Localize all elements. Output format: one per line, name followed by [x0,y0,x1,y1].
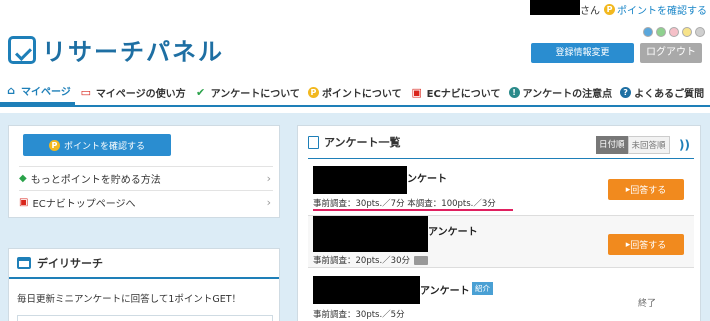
redacted-survey-title [313,276,420,304]
survey-item: ンケート 事前調査：30pts.／7分 本調査：100pts.／3分 ▸ 回答す… [308,166,694,216]
daily-research-header: デイリサーチ [9,249,279,279]
nav-item-points[interactable]: P ポイントについて [304,85,406,100]
redacted-survey-title [313,166,407,194]
nav-item-faq[interactable]: ? よくあるご質問 [616,85,708,100]
nav-label: マイページ [21,87,71,98]
site-logo[interactable]: リサーチパネル [8,32,224,67]
check-points-button-label: ポイントを確認する [63,141,145,152]
check-icon: ✔ [196,85,206,99]
survey-title: アンケート [420,286,470,297]
answer-button[interactable]: ▸ 回答する [608,179,684,200]
survey-item: アンケート 事前調査：20pts.／30分 ▸ 回答する [308,216,694,268]
nav-label: アンケートの注意点 [522,88,613,100]
survey-list-panel: アンケート一覧 日付順 未回答順 )) ンケート 事前調査：30pts.／7分 … [297,125,701,321]
survey-list-header: アンケート一覧 [308,134,401,150]
nav-label: よくあるご質問 [634,88,705,100]
survey-reward-text: 事前調査：20pts.／30分 [313,256,410,266]
redacted-username [530,0,580,15]
document-icon [308,135,319,149]
check-points-button[interactable]: P ポイントを確認する [23,134,171,156]
theme-dot-yellow[interactable] [682,27,692,37]
logout-button[interactable]: ログアウト [640,43,702,63]
nav-label: ECナビについて [426,88,501,100]
highlight-underline [313,209,513,211]
points-card: P ポイントを確認する ◆ もっとポイントを貯める方法 › ▣ ECナビトップペ… [8,125,280,218]
edit-registration-button[interactable]: 登録情報変更 [531,43,634,63]
sort-toggle: 日付順 未回答順 [596,136,670,154]
survey-title: ンケート [407,174,447,185]
coin-icon: P [48,139,60,151]
nav-item-howto[interactable]: ▭ マイページの使い方 [75,85,190,100]
survey-item: アンケート 紹介 事前調査：30pts.／5分 終了 [308,268,694,321]
link-more-points[interactable]: ◆ もっとポイントを貯める方法 › [19,166,273,190]
redacted-survey-title [313,216,428,252]
nav-item-cautions[interactable]: ! アンケートの注意点 [505,85,617,100]
referral-badge: 紹介 [472,282,493,295]
logo-mark-icon [8,35,36,64]
rss-icon[interactable]: )) [679,138,690,152]
username-suffix: さん [580,6,600,17]
survey-list-divider [308,158,694,159]
coin-icon: P [604,4,615,15]
check-points-label: ポイントを確認する [617,6,707,17]
gift-icon: ▣ [19,197,29,208]
nav-label: ポイントについて [321,88,402,100]
nav-label: アンケートについて [210,88,300,100]
chevron-right-icon: › [266,196,271,209]
theme-dot-blue[interactable] [643,27,653,37]
nav-item-surveys[interactable]: ✔ アンケートについて [190,85,304,100]
daily-research-title: デイリサーチ [37,257,103,270]
theme-color-selector [643,27,705,37]
link-label: もっとポイントを貯める方法 [30,175,161,186]
question-icon: ? [620,86,632,98]
sort-by-unanswered-button[interactable]: 未回答順 [627,136,670,154]
survey-status: 終了 [638,299,657,309]
logo-text: リサーチパネル [42,38,224,66]
coin-icon: P [307,86,319,98]
daily-research-frame[interactable] [17,315,273,321]
daily-research-card: デイリサーチ 毎日更新ミニアンケートに回答して1ポイントGET！ [8,248,280,321]
daily-research-text: 毎日更新ミニアンケートに回答して1ポイントGET！ [17,294,242,305]
calendar-icon [17,257,31,269]
beginner-icon: ◆ [19,173,27,184]
survey-reward: 事前調査：30pts.／5分 [313,310,405,320]
answer-label: 回答する [630,241,667,251]
monitor-icon: ▭ [80,85,92,99]
survey-list-title: アンケート一覧 [324,136,401,149]
exclamation-icon: ! [508,86,520,98]
nav-label: マイページの使い方 [95,88,186,100]
link-label: ECナビトップページへ [32,199,136,210]
nav-item-ecnavi[interactable]: ▣ ECナビについて [406,85,505,100]
top-bar: さん P ポイントを確認する [0,0,710,18]
gift-icon: ▣ [411,85,422,99]
answer-label: 回答する [630,186,667,196]
mail-icon [414,256,428,265]
theme-dot-pink[interactable] [669,27,679,37]
link-ecnavi-top[interactable]: ▣ ECナビトップページへ › [19,190,273,214]
survey-reward: 事前調査：20pts.／30分 [313,254,428,266]
survey-reward: 事前調査：30pts.／7分 本調査：100pts.／3分 [313,199,496,209]
sort-by-date-button[interactable]: 日付順 [596,136,628,154]
survey-title: アンケート [428,227,478,238]
answer-button[interactable]: ▸ 回答する [608,234,684,255]
nav-divider [0,105,710,107]
main-nav: ⌂ マイページ ▭ マイページの使い方 ✔ アンケートについて P ポイントにつ… [0,79,710,105]
theme-dot-gray[interactable] [695,27,705,37]
theme-dot-green[interactable] [656,27,666,37]
home-icon: ⌂ [7,84,15,97]
nav-item-mypage[interactable]: ⌂ マイページ [0,79,75,105]
check-points-link[interactable]: P ポイントを確認する [604,2,707,17]
chevron-right-icon: › [266,172,271,185]
